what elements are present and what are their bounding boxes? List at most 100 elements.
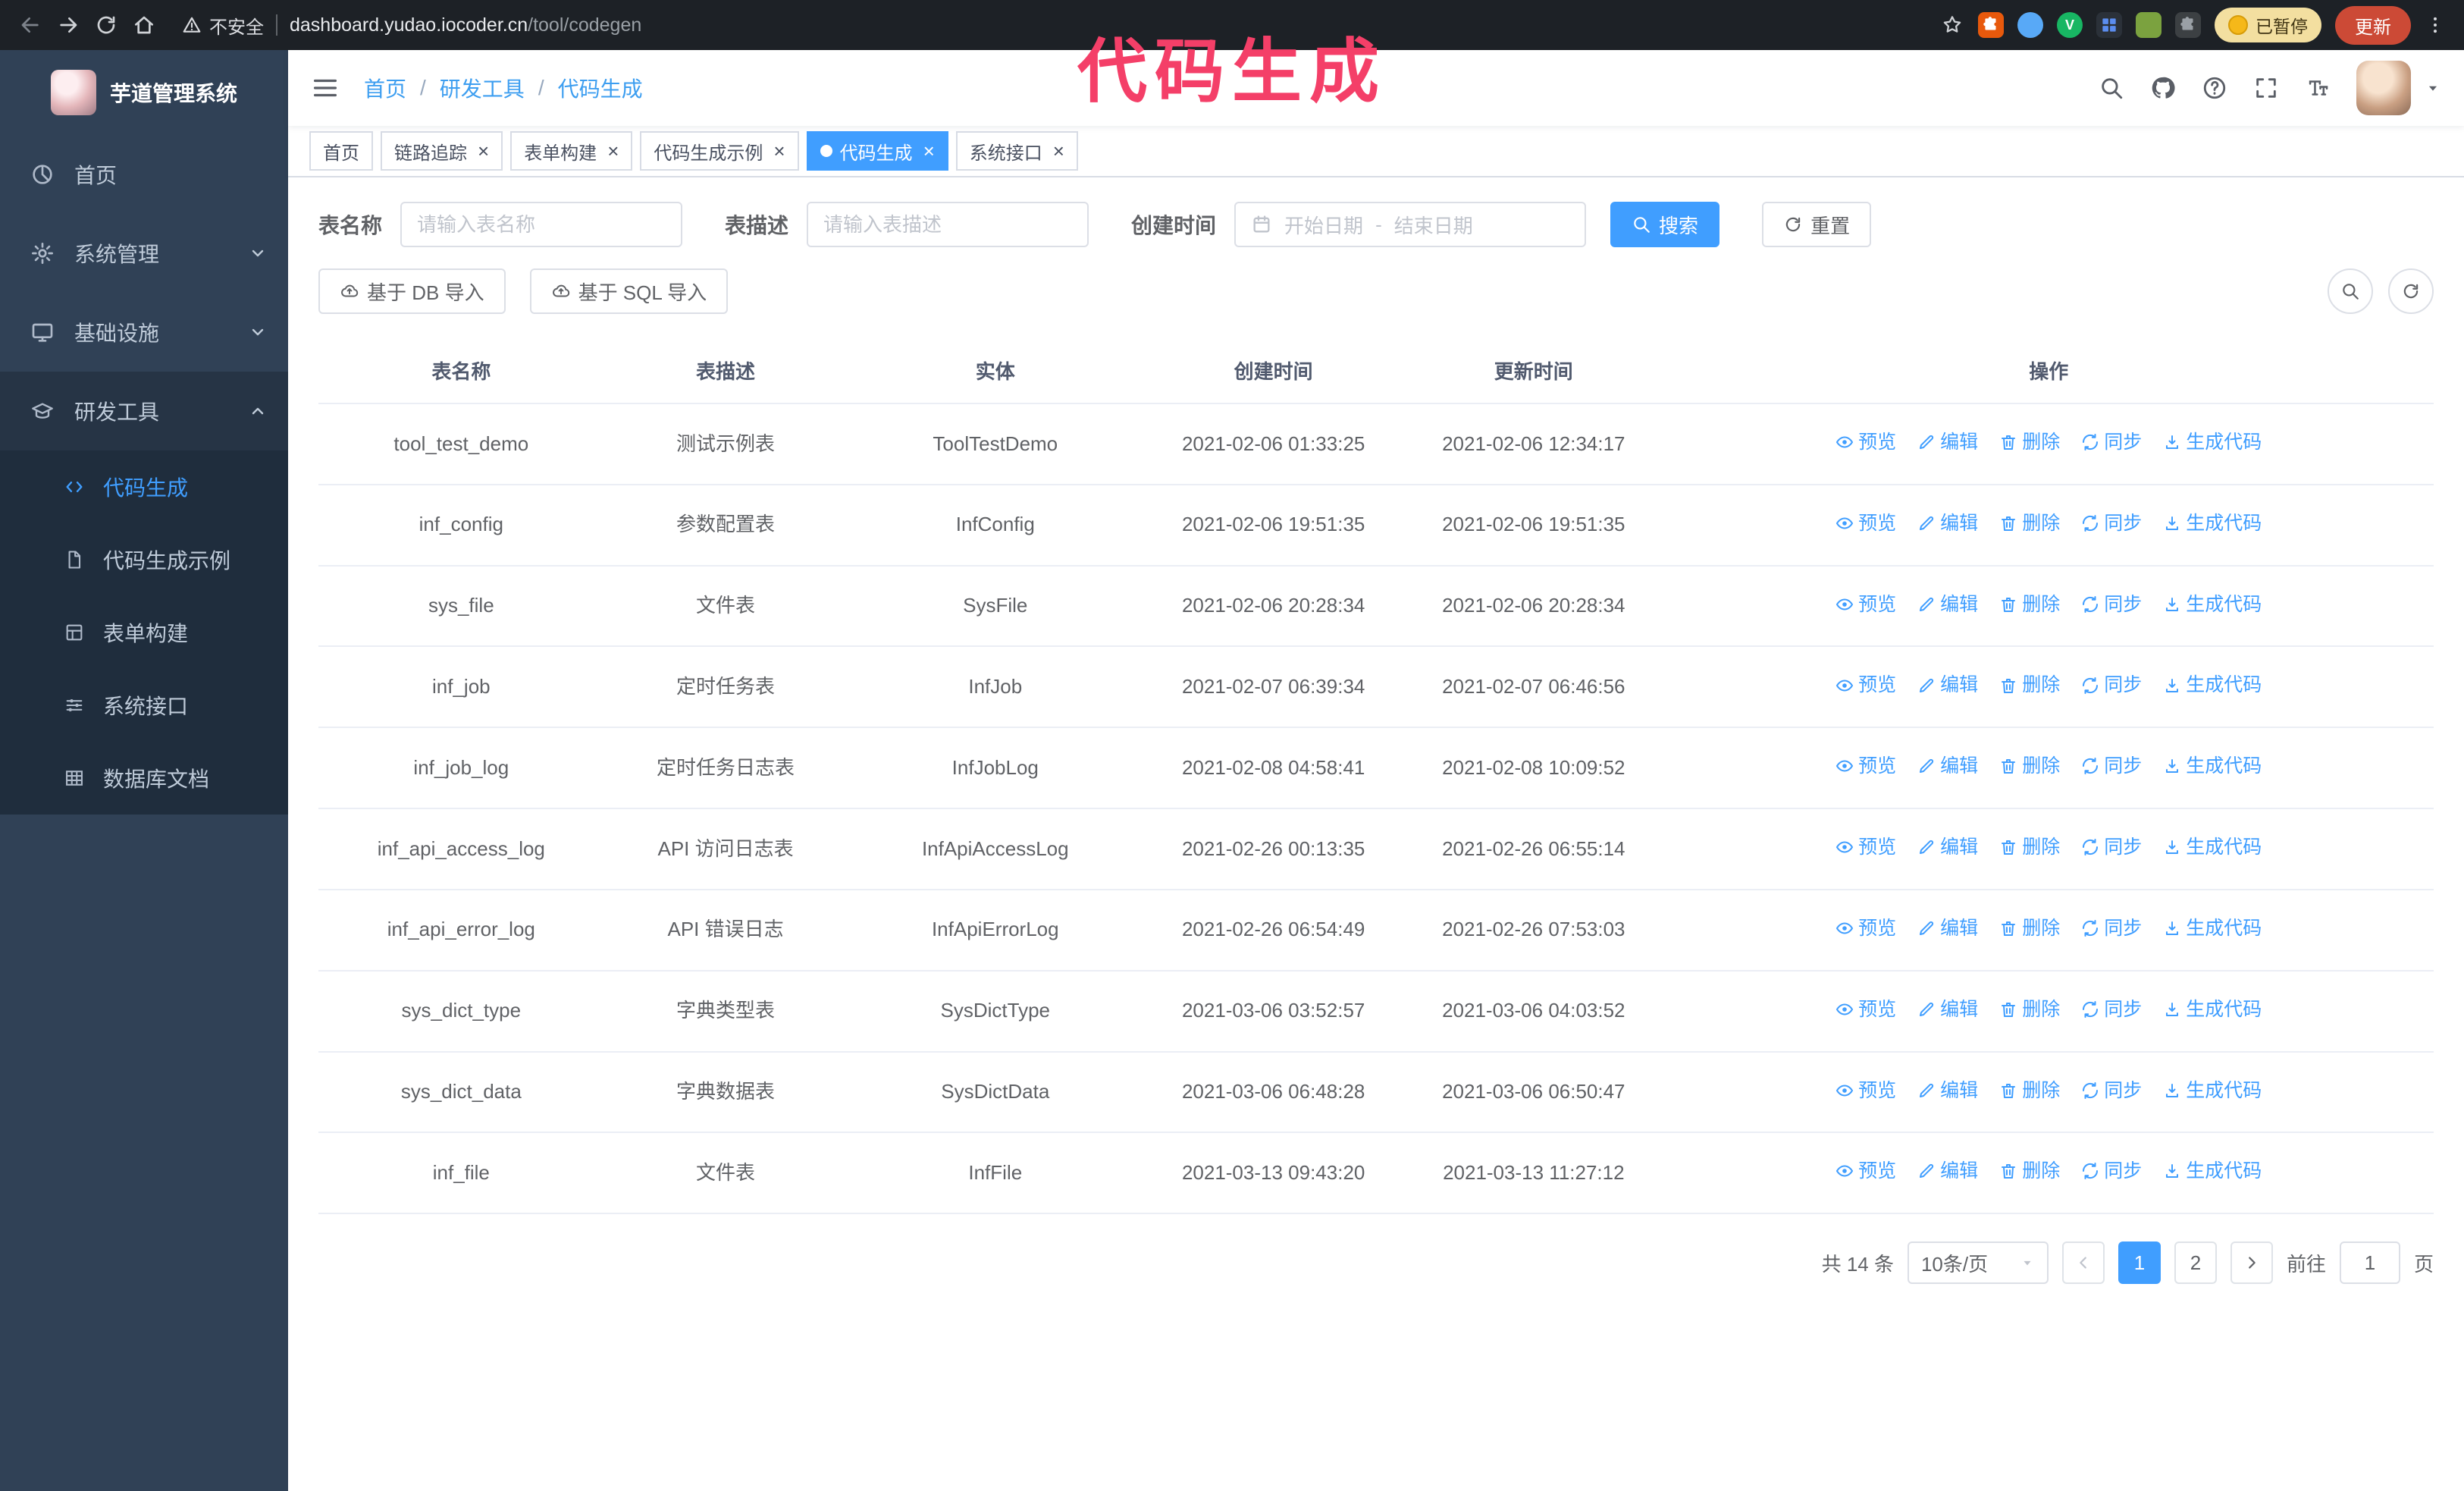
extension-icon-blue[interactable] bbox=[2017, 12, 2043, 38]
sync-link[interactable]: 同步 bbox=[2081, 428, 2142, 456]
edit-link[interactable]: 编辑 bbox=[1917, 833, 1978, 861]
import-sql-button[interactable]: 基于 SQL 导入 bbox=[529, 268, 729, 314]
security-indicator[interactable]: 不安全 bbox=[182, 12, 264, 39]
font-size-icon[interactable] bbox=[2305, 75, 2331, 101]
preview-link[interactable]: 预览 bbox=[1835, 833, 1896, 861]
sync-link[interactable]: 同步 bbox=[2081, 1157, 2142, 1185]
sidebar-item-codegen-example[interactable]: 代码生成示例 bbox=[0, 523, 288, 596]
next-page-button[interactable] bbox=[2230, 1241, 2273, 1285]
edit-link[interactable]: 编辑 bbox=[1917, 1157, 1978, 1185]
browser-menu-icon[interactable] bbox=[2425, 14, 2446, 36]
caret-down-icon[interactable] bbox=[2425, 80, 2441, 96]
preview-link[interactable]: 预览 bbox=[1835, 915, 1896, 942]
preview-link[interactable]: 预览 bbox=[1835, 671, 1896, 698]
delete-link[interactable]: 删除 bbox=[1999, 1077, 2060, 1104]
generate-code-link[interactable]: 生成代码 bbox=[2163, 591, 2262, 618]
sidebar-item-system[interactable]: 系统管理 bbox=[0, 214, 288, 293]
delete-link[interactable]: 删除 bbox=[1999, 752, 2060, 780]
search-icon[interactable] bbox=[2099, 75, 2124, 101]
generate-code-link[interactable]: 生成代码 bbox=[2163, 1077, 2262, 1104]
sidebar-item-db-doc[interactable]: 数据库文档 bbox=[0, 742, 288, 815]
sidebar-logo[interactable]: 芋道管理系统 bbox=[0, 50, 288, 135]
generate-code-link[interactable]: 生成代码 bbox=[2163, 833, 2262, 861]
browser-reload-icon[interactable] bbox=[94, 13, 118, 37]
preview-link[interactable]: 预览 bbox=[1835, 591, 1896, 618]
help-icon[interactable] bbox=[2202, 75, 2227, 101]
sync-link[interactable]: 同步 bbox=[2081, 1077, 2142, 1104]
sidebar-item-infra[interactable]: 基础设施 bbox=[0, 293, 288, 372]
edit-link[interactable]: 编辑 bbox=[1917, 428, 1978, 456]
generate-code-link[interactable]: 生成代码 bbox=[2163, 996, 2262, 1023]
tab-form-builder[interactable]: 表单构建 × bbox=[510, 131, 633, 171]
generate-code-link[interactable]: 生成代码 bbox=[2163, 671, 2262, 698]
sync-link[interactable]: 同步 bbox=[2081, 671, 2142, 698]
address-bar[interactable]: 不安全 dashboard.yudao.iocoder.cn/tool/code… bbox=[182, 12, 641, 39]
breadcrumb-devtools[interactable]: 研发工具 bbox=[440, 73, 525, 103]
generate-code-link[interactable]: 生成代码 bbox=[2163, 752, 2262, 780]
tab-close-icon[interactable]: × bbox=[773, 141, 785, 161]
preview-link[interactable]: 预览 bbox=[1835, 1077, 1896, 1104]
sync-link[interactable]: 同步 bbox=[2081, 833, 2142, 861]
sidebar-item-codegen[interactable]: 代码生成 bbox=[0, 450, 288, 523]
paused-badge[interactable]: 已暂停 bbox=[2215, 8, 2321, 42]
page-button-2[interactable]: 2 bbox=[2174, 1241, 2217, 1285]
edit-link[interactable]: 编辑 bbox=[1917, 1077, 1978, 1104]
page-button-1[interactable]: 1 bbox=[2118, 1241, 2161, 1285]
reset-button[interactable]: 重置 bbox=[1762, 202, 1872, 247]
extension-icon-grid[interactable] bbox=[2096, 12, 2122, 38]
delete-link[interactable]: 删除 bbox=[1999, 671, 2060, 698]
edit-link[interactable]: 编辑 bbox=[1917, 510, 1978, 537]
avatar[interactable] bbox=[2356, 61, 2411, 115]
tab-home[interactable]: 首页 bbox=[309, 131, 373, 171]
sidebar-item-home[interactable]: 首页 bbox=[0, 135, 288, 214]
tab-trace[interactable]: 链路追踪 × bbox=[381, 131, 503, 171]
fullscreen-icon[interactable] bbox=[2253, 75, 2279, 101]
tab-close-icon[interactable]: × bbox=[923, 141, 935, 161]
browser-back-icon[interactable] bbox=[18, 13, 42, 37]
edit-link[interactable]: 编辑 bbox=[1917, 915, 1978, 942]
bookmark-star-icon[interactable] bbox=[1940, 13, 1964, 37]
sidebar-item-form-builder[interactable]: 表单构建 bbox=[0, 596, 288, 669]
extension-icon-orange[interactable] bbox=[1978, 12, 2004, 38]
delete-link[interactable]: 删除 bbox=[1999, 428, 2060, 456]
tab-close-icon[interactable]: × bbox=[1053, 141, 1064, 161]
edit-link[interactable]: 编辑 bbox=[1917, 996, 1978, 1023]
goto-page-input[interactable] bbox=[2339, 1241, 2400, 1285]
url-text[interactable]: dashboard.yudao.iocoder.cn/tool/codegen bbox=[290, 14, 641, 36]
delete-link[interactable]: 删除 bbox=[1999, 996, 2060, 1023]
tab-codegen[interactable]: 代码生成 × bbox=[806, 131, 948, 171]
prev-page-button[interactable] bbox=[2061, 1241, 2105, 1285]
edit-link[interactable]: 编辑 bbox=[1917, 752, 1978, 780]
delete-link[interactable]: 删除 bbox=[1999, 915, 2060, 942]
github-icon[interactable] bbox=[2150, 75, 2176, 101]
extension-icon-green[interactable] bbox=[2136, 12, 2161, 38]
sidebar-item-devtools[interactable]: 研发工具 bbox=[0, 372, 288, 450]
hamburger-icon[interactable] bbox=[311, 74, 340, 102]
sync-link[interactable]: 同步 bbox=[2081, 996, 2142, 1023]
refresh-table-button[interactable] bbox=[2388, 268, 2434, 314]
browser-home-icon[interactable] bbox=[132, 13, 156, 37]
generate-code-link[interactable]: 生成代码 bbox=[2163, 510, 2262, 537]
table-desc-input[interactable] bbox=[807, 202, 1089, 247]
preview-link[interactable]: 预览 bbox=[1835, 752, 1896, 780]
search-button[interactable]: 搜索 bbox=[1610, 202, 1720, 247]
extension-icon-check[interactable]: V bbox=[2057, 12, 2083, 38]
sync-link[interactable]: 同步 bbox=[2081, 915, 2142, 942]
sync-link[interactable]: 同步 bbox=[2081, 510, 2142, 537]
delete-link[interactable]: 删除 bbox=[1999, 833, 2060, 861]
delete-link[interactable]: 删除 bbox=[1999, 1157, 2060, 1185]
sync-link[interactable]: 同步 bbox=[2081, 591, 2142, 618]
breadcrumb-home[interactable]: 首页 bbox=[364, 73, 406, 103]
preview-link[interactable]: 预览 bbox=[1835, 996, 1896, 1023]
sync-link[interactable]: 同步 bbox=[2081, 752, 2142, 780]
browser-forward-icon[interactable] bbox=[56, 13, 80, 37]
table-name-input[interactable] bbox=[400, 202, 683, 247]
preview-link[interactable]: 预览 bbox=[1835, 510, 1896, 537]
preview-link[interactable]: 预览 bbox=[1835, 1157, 1896, 1185]
extension-icon-dark[interactable] bbox=[2175, 12, 2201, 38]
delete-link[interactable]: 删除 bbox=[1999, 591, 2060, 618]
tab-close-icon[interactable]: × bbox=[478, 141, 489, 161]
browser-update-button[interactable]: 更新 bbox=[2335, 5, 2411, 45]
toggle-search-button[interactable] bbox=[2328, 268, 2373, 314]
import-db-button[interactable]: 基于 DB 导入 bbox=[318, 268, 506, 314]
